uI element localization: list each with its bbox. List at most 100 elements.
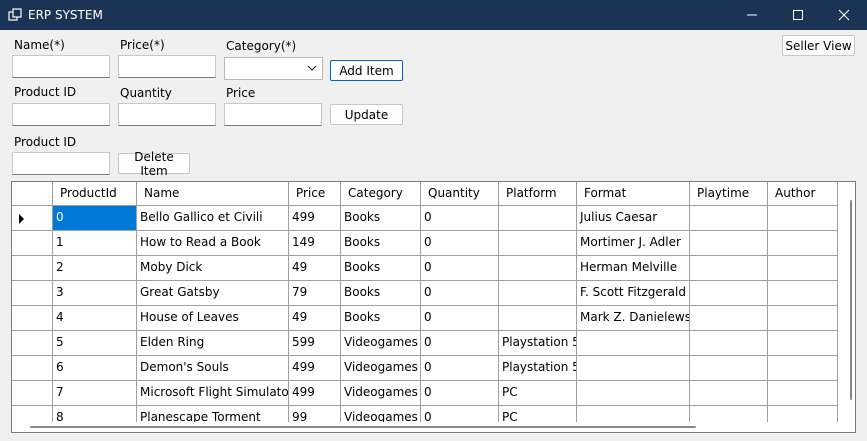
vertical-scrollbar[interactable] — [846, 182, 855, 432]
cell-format[interactable]: F. Scott Fitzgerald — [577, 281, 690, 306]
cell-author[interactable] — [768, 306, 838, 331]
cell-name[interactable]: Elden Ring — [137, 331, 289, 356]
cell-name[interactable]: Great Gatsby — [137, 281, 289, 306]
grid-corner-header[interactable] — [12, 182, 53, 206]
update-button[interactable]: Update — [330, 104, 403, 125]
products-grid[interactable]: ProductId Name Price Category Quantity Platfo… — [11, 181, 856, 433]
cell-productid[interactable]: 7 — [53, 381, 137, 406]
cell-productid[interactable]: 1 — [53, 231, 137, 256]
cell-quantity[interactable]: 0 — [421, 281, 499, 306]
cell-productid[interactable]: 3 — [53, 281, 137, 306]
cell-productid[interactable]: 2 — [53, 256, 137, 281]
maximize-button[interactable] — [775, 0, 821, 30]
cell-playtime[interactable] — [690, 306, 768, 331]
cell-category[interactable]: Books — [341, 206, 421, 231]
cell-format[interactable]: Mark Z. Danielewski — [577, 306, 690, 331]
column-header-platform[interactable]: Platform — [499, 182, 577, 206]
cell-format[interactable] — [577, 356, 690, 381]
cell-playtime[interactable] — [690, 256, 768, 281]
cell-category[interactable]: Books — [341, 281, 421, 306]
cell-author[interactable] — [768, 256, 838, 281]
cell-playtime[interactable] — [690, 331, 768, 356]
cell-playtime[interactable] — [690, 356, 768, 381]
cell-category[interactable]: Videogames — [341, 356, 421, 381]
row-header[interactable] — [12, 331, 53, 356]
cell-platform[interactable] — [499, 206, 577, 231]
column-header-quantity[interactable]: Quantity — [421, 182, 499, 206]
delete-item-button[interactable]: Delete Item — [118, 150, 190, 178]
cell-price[interactable]: 79 — [289, 281, 341, 306]
column-header-productid[interactable]: ProductId — [53, 182, 137, 206]
row-header[interactable] — [12, 356, 53, 381]
cell-author[interactable] — [768, 231, 838, 256]
cell-author[interactable] — [768, 206, 838, 231]
horizontal-scrollbar[interactable] — [12, 422, 846, 432]
cell-category[interactable]: Videogames — [341, 331, 421, 356]
cell-quantity[interactable]: 0 — [421, 206, 499, 231]
cell-platform[interactable] — [499, 281, 577, 306]
cell-quantity[interactable]: 0 — [421, 231, 499, 256]
column-header-author[interactable]: Author — [768, 182, 838, 206]
cell-author[interactable] — [768, 281, 838, 306]
cell-platform[interactable]: Playstation 5 — [499, 356, 577, 381]
cell-quantity[interactable]: 0 — [421, 381, 499, 406]
seller-view-button[interactable]: Seller View — [782, 35, 855, 56]
horizontal-scroll-thumb[interactable] — [30, 426, 696, 428]
cell-category[interactable]: Books — [341, 231, 421, 256]
row-header[interactable] — [12, 281, 53, 306]
cell-category[interactable]: Videogames — [341, 381, 421, 406]
cell-price[interactable]: 599 — [289, 331, 341, 356]
cell-platform[interactable]: Playstation 5 — [499, 331, 577, 356]
row-header[interactable] — [12, 256, 53, 281]
row-header[interactable] — [12, 306, 53, 331]
cell-name[interactable]: Demon's Souls — [137, 356, 289, 381]
row-header[interactable] — [12, 231, 53, 256]
cell-price[interactable]: 149 — [289, 231, 341, 256]
cell-playtime[interactable] — [690, 281, 768, 306]
cell-playtime[interactable] — [690, 381, 768, 406]
cell-price[interactable]: 499 — [289, 206, 341, 231]
cell-price[interactable]: 49 — [289, 256, 341, 281]
vertical-scroll-thumb[interactable] — [850, 200, 852, 400]
cell-quantity[interactable]: 0 — [421, 306, 499, 331]
quantity-input[interactable] — [118, 103, 216, 126]
cell-format[interactable] — [577, 331, 690, 356]
delete-product-id-input[interactable] — [12, 152, 110, 175]
cell-author[interactable] — [768, 356, 838, 381]
row-header[interactable] — [12, 206, 53, 231]
cell-productid[interactable]: 6 — [53, 356, 137, 381]
cell-name[interactable]: House of Leaves — [137, 306, 289, 331]
column-header-name[interactable]: Name — [137, 182, 289, 206]
cell-category[interactable]: Books — [341, 256, 421, 281]
cell-format[interactable]: Julius Caesar — [577, 206, 690, 231]
cell-productid[interactable]: 4 — [53, 306, 137, 331]
cell-name[interactable]: Bello Gallico et Civili — [137, 206, 289, 231]
column-header-category[interactable]: Category — [341, 182, 421, 206]
add-item-button[interactable]: Add Item — [330, 60, 403, 81]
cell-platform[interactable] — [499, 231, 577, 256]
cell-platform[interactable] — [499, 306, 577, 331]
cell-platform[interactable] — [499, 256, 577, 281]
cell-name[interactable]: Moby Dick — [137, 256, 289, 281]
column-header-price[interactable]: Price — [289, 182, 341, 206]
category-select[interactable] — [224, 57, 323, 80]
cell-platform[interactable]: PC — [499, 381, 577, 406]
column-header-format[interactable]: Format — [577, 182, 690, 206]
cell-playtime[interactable] — [690, 231, 768, 256]
name-input[interactable] — [12, 55, 110, 78]
close-button[interactable] — [821, 0, 867, 30]
minimize-button[interactable] — [729, 0, 775, 30]
cell-playtime[interactable] — [690, 206, 768, 231]
cell-price[interactable]: 499 — [289, 356, 341, 381]
cell-productid[interactable]: 5 — [53, 331, 137, 356]
cell-format[interactable] — [577, 381, 690, 406]
cell-price[interactable]: 49 — [289, 306, 341, 331]
cell-name[interactable]: Microsoft Flight Simulator — [137, 381, 289, 406]
cell-price[interactable]: 499 — [289, 381, 341, 406]
cell-name[interactable]: How to Read a Book — [137, 231, 289, 256]
cell-quantity[interactable]: 0 — [421, 256, 499, 281]
cell-category[interactable]: Books — [341, 306, 421, 331]
cell-quantity[interactable]: 0 — [421, 356, 499, 381]
cell-author[interactable] — [768, 381, 838, 406]
price-input[interactable] — [118, 55, 216, 78]
